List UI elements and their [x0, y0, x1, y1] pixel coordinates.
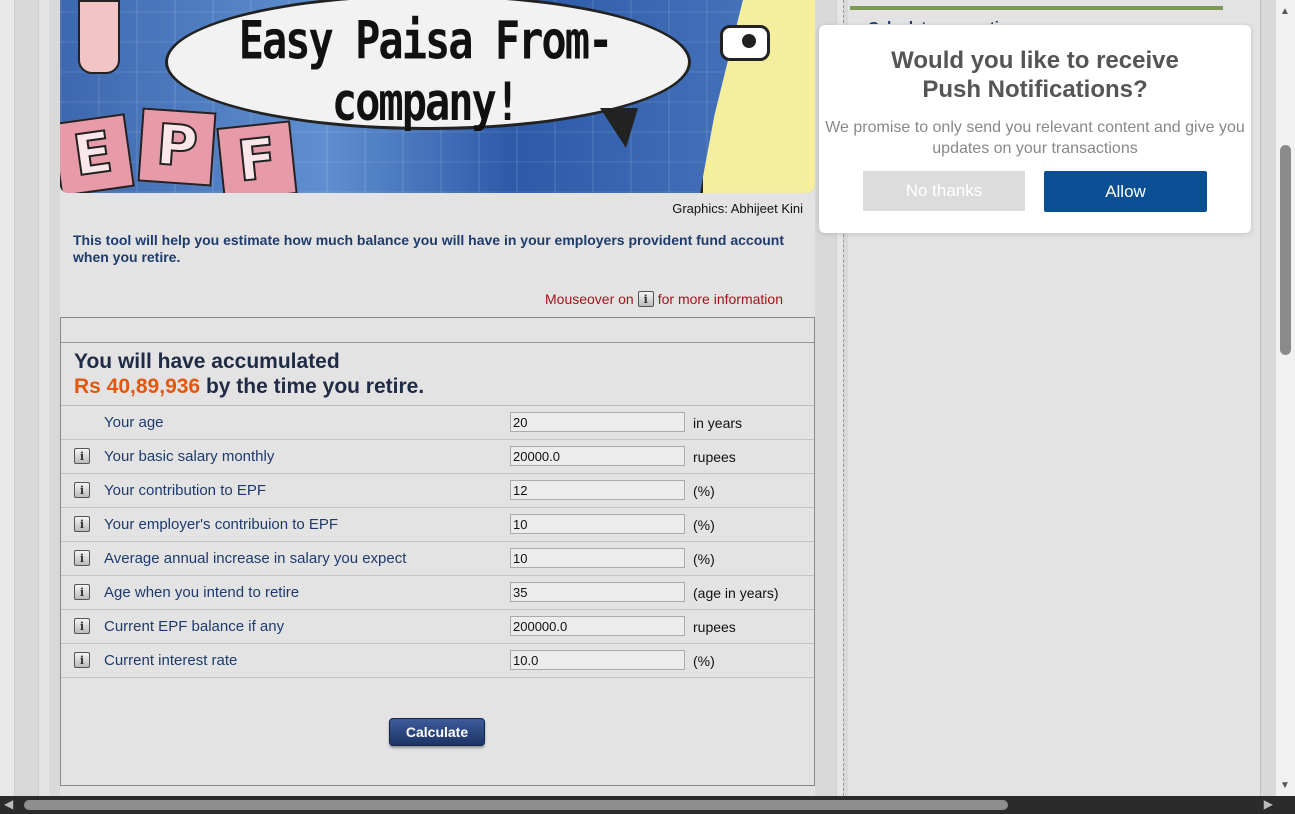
sidebar-link[interactable]: Calculate your retir... [868, 15, 1016, 24]
field-unit: in years [693, 415, 743, 431]
epf-calculator-panel: You will have accumulated Rs 40,89,936 b… [60, 317, 815, 786]
salary-increase-input[interactable] [510, 548, 685, 568]
field-row-basic-salary: i Your basic salary monthly rupees [61, 440, 814, 474]
scroll-left-icon[interactable]: ◀ [4, 797, 13, 811]
field-row-salary-increase: i Average annual increase in salary you … [61, 542, 814, 576]
dialog-title-line-2: Push Notifications? [922, 76, 1148, 103]
pointing-finger-illustration [78, 0, 120, 74]
info-icon[interactable]: i [74, 516, 90, 532]
field-label: Your employer's contribuion to EPF [104, 516, 339, 533]
result-line-1: You will have accumulated [74, 350, 340, 373]
mouseover-hint: Mouseover on i for more information [545, 291, 783, 307]
dialog-title: Would you like to receive Push Notificat… [819, 46, 1251, 104]
field-row-age: Your age in years [61, 406, 814, 440]
scroll-down-icon[interactable]: ▼ [1280, 780, 1290, 791]
no-thanks-button[interactable]: No thanks [863, 171, 1025, 211]
result-line-2: Rs 40,89,936 by the time you retire. [74, 374, 801, 399]
your-contribution-input[interactable] [510, 480, 685, 500]
cartoon-pupil [742, 34, 756, 48]
mouseover-hint-suffix: for more information [657, 291, 783, 307]
info-icon[interactable]: i [74, 482, 90, 498]
field-row-epf-balance: i Current EPF balance if any rupees [61, 610, 814, 644]
epf-balance-input[interactable] [510, 616, 685, 636]
scroll-right-icon[interactable]: ▶ [1264, 797, 1273, 811]
field-unit: rupees [693, 449, 736, 465]
horizontal-scroll-thumb[interactable] [24, 800, 1008, 810]
field-unit: (%) [693, 653, 715, 669]
field-unit: (%) [693, 483, 715, 499]
banner-image: E P F Easy Paisa From-company! [60, 0, 815, 193]
age-input[interactable] [510, 412, 685, 432]
result-amount: Rs 40,89,936 [74, 375, 201, 398]
retirement-age-input[interactable] [510, 582, 685, 602]
employer-contribution-input[interactable] [510, 514, 685, 534]
field-label: Current EPF balance if any [104, 618, 285, 635]
banner-headline: Easy Paisa From-company! [238, 9, 614, 133]
dialog-title-line-1: Would you like to receive [891, 47, 1179, 74]
field-label: Your contribution to EPF [104, 482, 267, 499]
vertical-scrollbar[interactable]: ▲ ▼ [1276, 0, 1295, 796]
result-suffix: by the time you retire. [205, 375, 425, 398]
info-icon[interactable]: i [74, 652, 90, 668]
interest-rate-input[interactable] [510, 650, 685, 670]
info-icon[interactable]: i [74, 584, 90, 600]
calculate-button[interactable]: Calculate [389, 718, 485, 746]
page-gutter [38, 0, 49, 796]
info-icon[interactable]: i [74, 448, 90, 464]
info-icon: i [637, 291, 654, 307]
field-unit: (%) [693, 551, 715, 567]
panel-header-band [61, 318, 814, 343]
tool-description: This tool will help you estimate how muc… [73, 232, 785, 265]
graphics-credit: Graphics: Abhijeet Kini [672, 201, 803, 216]
epf-letter-e: E [60, 113, 135, 193]
field-row-your-contribution: i Your contribution to EPF (%) [61, 474, 814, 508]
field-unit: (age in years) [693, 585, 779, 601]
field-row-retirement-age: i Age when you intend to retire (age in … [61, 576, 814, 610]
field-unit: rupees [693, 619, 736, 635]
info-icon[interactable]: i [74, 618, 90, 634]
field-row-employer-contribution: i Your employer's contribuion to EPF (%) [61, 508, 814, 542]
dialog-body: We promise to only send you relevant con… [825, 119, 1245, 157]
field-label: Average annual increase in salary you ex… [104, 550, 407, 567]
scroll-up-icon[interactable]: ▲ [1280, 6, 1290, 17]
vertical-scroll-thumb[interactable] [1280, 145, 1291, 355]
horizontal-scrollbar[interactable]: ◀ ▶ [0, 796, 1295, 814]
mouseover-hint-prefix: Mouseover on [545, 291, 634, 307]
sidebar-accent-bar [850, 6, 1223, 10]
page-left-margin [0, 0, 15, 796]
result-summary: You will have accumulated Rs 40,89,936 b… [61, 343, 814, 406]
field-label: Your basic salary monthly [104, 448, 275, 465]
allow-button[interactable]: Allow [1044, 171, 1207, 212]
field-label: Your age [104, 414, 164, 431]
field-row-interest-rate: i Current interest rate (%) [61, 644, 814, 678]
field-label: Age when you intend to retire [104, 584, 300, 601]
push-notification-dialog: Would you like to receive Push Notificat… [819, 25, 1251, 233]
info-icon[interactable]: i [74, 550, 90, 566]
field-unit: (%) [693, 517, 715, 533]
basic-salary-input[interactable] [510, 446, 685, 466]
field-label: Current interest rate [104, 652, 238, 669]
